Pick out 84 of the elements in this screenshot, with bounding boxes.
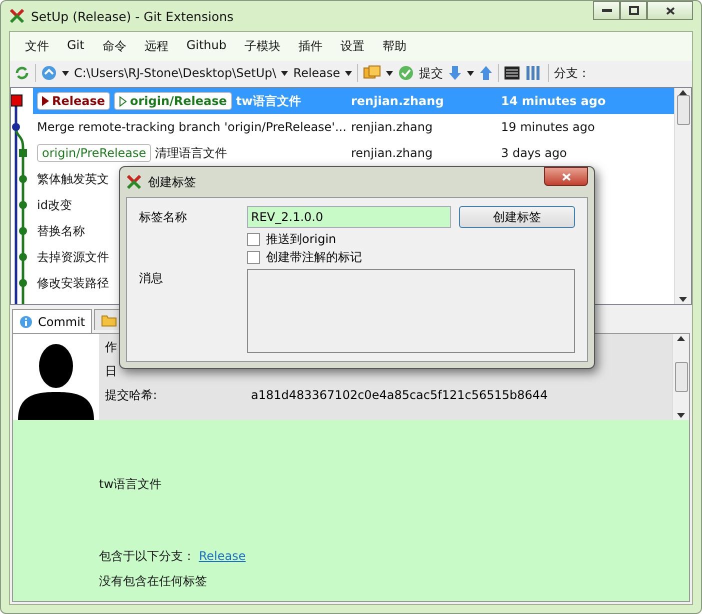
commit-message: 替换名称	[37, 222, 85, 240]
scrollbar[interactable]	[672, 334, 689, 420]
menu-item[interactable]: 子模块	[236, 36, 290, 57]
branch-tag[interactable]: origin/PreRelease	[37, 144, 152, 162]
commit-message: id改变	[37, 196, 72, 214]
caret-icon[interactable]	[281, 70, 288, 76]
maximize-icon	[628, 6, 638, 15]
message-field[interactable]	[247, 269, 575, 353]
caret-icon[interactable]	[345, 70, 352, 76]
triangle-outline-icon	[119, 96, 128, 106]
branch-label: 分支：	[554, 64, 590, 82]
commit-hash: a181d483367102c0e4a85cac5f121c56515b8644	[251, 388, 548, 402]
tags-text: 没有包含在任何标签	[98, 573, 208, 590]
console-icon[interactable]	[504, 66, 520, 80]
close-icon	[666, 6, 674, 14]
minimize-button[interactable]	[593, 1, 620, 20]
commit-date: 14 minutes ago	[501, 94, 607, 108]
scrollbar[interactable]	[674, 88, 691, 304]
arrow-down-icon[interactable]	[448, 65, 462, 81]
author-label: 作	[105, 338, 118, 356]
menu-item[interactable]: 设置	[332, 36, 374, 57]
commit-date: 19 minutes ago	[501, 120, 596, 134]
app-logo-icon	[126, 174, 142, 190]
message-label: 消息	[139, 270, 164, 287]
commit-message: Merge remote-tracking branch 'origin/PreRelease'...	[37, 120, 346, 134]
menu-item[interactable]: Git	[58, 36, 94, 57]
commit-author: renjian.zhang	[351, 146, 434, 160]
commit-message: 修改安装路径	[37, 274, 109, 292]
app-logo-icon	[9, 8, 25, 24]
date-label: 日	[105, 362, 118, 380]
branch-tag[interactable]: origin/Release	[114, 92, 232, 110]
hash-label: 提交哈希:	[105, 386, 158, 404]
caret-icon[interactable]	[467, 70, 474, 76]
menu-item[interactable]: 远程	[135, 36, 178, 57]
branch-tag[interactable]: Release	[37, 92, 110, 110]
checkbox[interactable]	[247, 232, 260, 246]
commit-message: tw语言文件	[236, 92, 301, 110]
folder-icon	[101, 314, 118, 326]
triangle-icon	[42, 96, 49, 106]
close-icon	[562, 172, 570, 180]
refresh-icon[interactable]	[14, 65, 30, 81]
minimize-icon	[602, 9, 612, 12]
commit-message: tw语言文件	[98, 476, 163, 493]
commit-button[interactable]: 提交	[419, 64, 444, 82]
commit-message: 繁体触发英文	[37, 170, 109, 188]
dialog-title: 创建标签	[148, 174, 196, 190]
menu-item[interactable]: 文件	[16, 36, 58, 57]
branches-label: 包含于以下分支：	[99, 549, 195, 563]
checkbox[interactable]	[247, 250, 260, 264]
tag-name-label: 标签名称	[139, 208, 188, 226]
check-circle-icon[interactable]	[398, 65, 414, 81]
commit-date: 3 days ago	[501, 146, 568, 160]
commit-message: 清理语言文件	[155, 144, 228, 162]
tab[interactable]: Commit	[12, 309, 92, 333]
scroll-thumb[interactable]	[674, 362, 688, 392]
info-icon	[19, 314, 33, 328]
scroll-down-icon[interactable]	[677, 413, 685, 418]
close-button[interactable]	[647, 1, 693, 20]
upload-circle-icon[interactable]	[41, 65, 57, 81]
folders-icon[interactable]	[363, 65, 382, 81]
branch-selector[interactable]: Release	[293, 66, 340, 80]
commit-message: 去掉资源文件	[37, 248, 109, 266]
caret-icon[interactable]	[62, 70, 69, 76]
scroll-up-icon[interactable]	[677, 336, 685, 341]
commit-author: renjian.zhang	[351, 120, 434, 134]
commit-row[interactable]: Release origin/Release tw语言文件 renjian.zhang 14 minutes ago	[33, 88, 674, 114]
close-button[interactable]	[544, 167, 588, 186]
menu-item[interactable]: 命令	[93, 36, 136, 57]
branch-link[interactable]: Release	[198, 549, 246, 563]
arrow-up-icon[interactable]	[479, 65, 494, 81]
repository-path[interactable]: C:\Users\RJ-Stone\Desktop\SetUp\	[74, 66, 276, 80]
commit-author: renjian.zhang	[351, 94, 445, 108]
menu-item[interactable]: 插件	[290, 36, 332, 57]
scroll-thumb[interactable]	[676, 95, 690, 125]
caret-icon[interactable]	[386, 70, 394, 76]
tag-name-field[interactable]: REV_2.1.0.0	[247, 206, 451, 228]
maximize-button[interactable]	[620, 1, 647, 20]
menu-item[interactable]: Github	[177, 36, 236, 57]
scroll-down-icon[interactable]	[679, 297, 687, 302]
checkbox-label: 创建带注解的标记	[266, 248, 362, 266]
menu-item[interactable]: 帮助	[374, 36, 416, 57]
checkbox-label: 推送到origin	[266, 230, 336, 248]
create-tag-button[interactable]: 创建标签	[459, 206, 575, 228]
window-title: SetUp (Release) - Git Extensions	[31, 8, 234, 24]
